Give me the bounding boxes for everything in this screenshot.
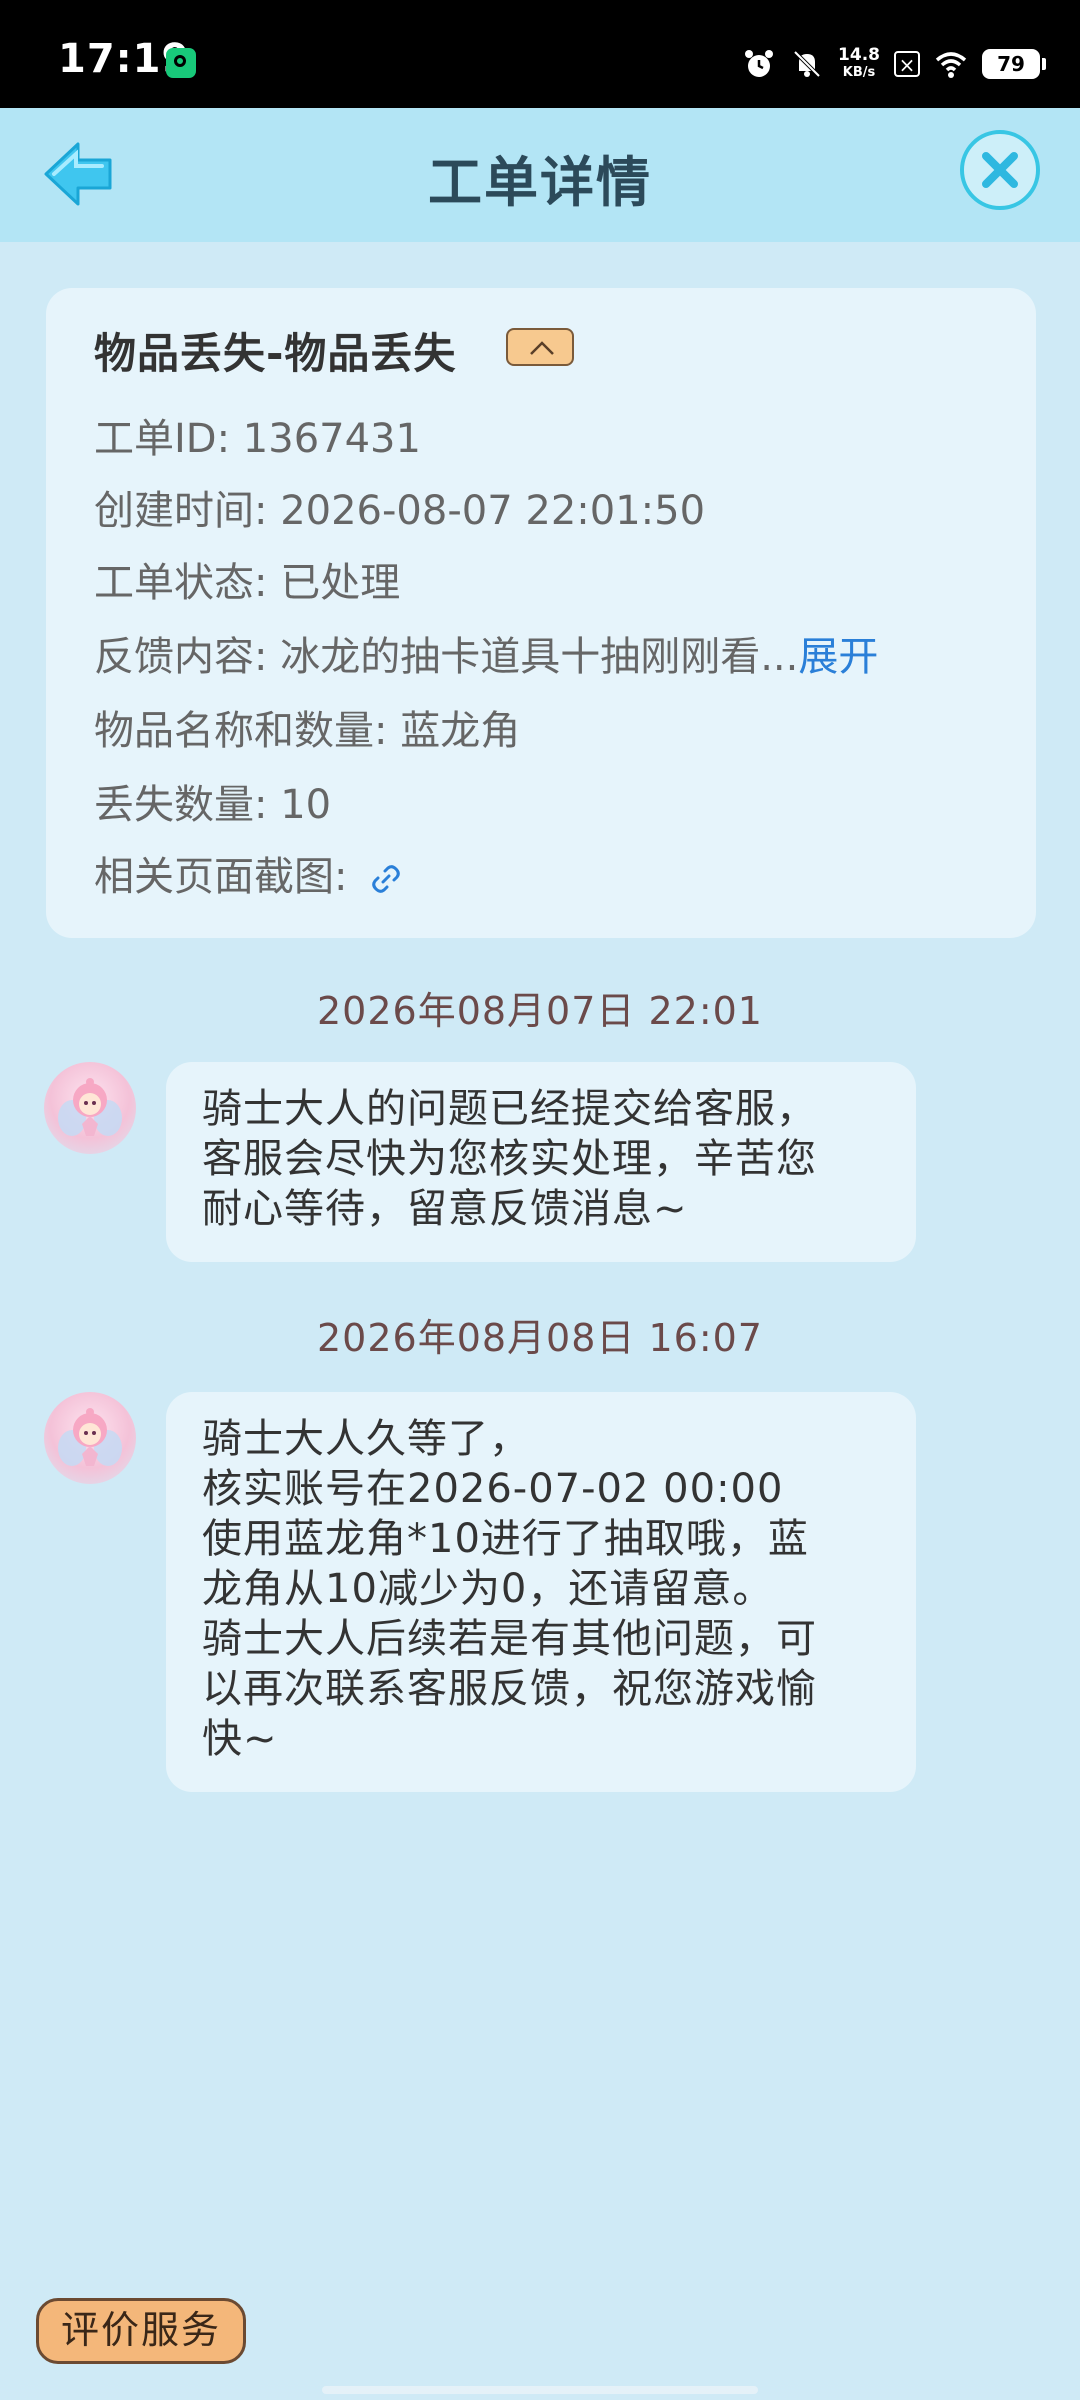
collapse-toggle-button[interactable]	[506, 328, 574, 366]
field-value: 已处理	[280, 560, 401, 606]
field-ticket-id: 工单ID: 1367431	[94, 406, 421, 464]
field-value: 2026-08-07 22:01:50	[280, 488, 706, 534]
message-bubble: 骑士大人的问题已经提交给客服， 客服会尽快为您核实处理，辛苦您 耐心等待，留意反…	[166, 1062, 916, 1262]
field-label: 物品名称和数量:	[94, 708, 401, 754]
field-screenshot: 相关页面截图:	[94, 844, 404, 902]
x-icon: ×	[894, 51, 920, 77]
field-value: 10	[280, 782, 332, 828]
ticket-title: 物品丢失-物品丢失	[94, 329, 457, 378]
field-label: 相关页面截图:	[94, 854, 361, 900]
field-value: 冰龙的抽卡道具十抽刚刚看...	[280, 634, 799, 680]
close-button[interactable]	[960, 130, 1040, 210]
status-bar: 17:19 14.8 KB/s × 79	[0, 0, 1080, 108]
page-title: 工单详情	[428, 151, 652, 214]
expand-link[interactable]: 展开	[798, 634, 878, 680]
message-bubble: 骑士大人久等了， 核实账号在2026-07-02 00:00 使用蓝龙角*10进…	[166, 1392, 916, 1792]
ticket-card: 物品丢失-物品丢失 工单ID: 1367431 创建时间: 2026-08-07…	[46, 288, 1036, 938]
rate-service-button[interactable]: 评价服务	[36, 2298, 246, 2364]
field-lost-quantity: 丢失数量: 10	[94, 772, 331, 830]
field-status: 工单状态: 已处理	[94, 550, 400, 608]
cs-avatar	[44, 1062, 136, 1154]
field-label: 反馈内容:	[94, 634, 281, 680]
net-speed-value: 14.8	[838, 45, 880, 65]
wifi-icon	[935, 52, 967, 78]
field-created-time: 创建时间: 2026-08-07 22:01:50	[94, 478, 705, 536]
field-value: 1367431	[242, 416, 421, 462]
field-item-name: 物品名称和数量: 蓝龙角	[94, 698, 520, 756]
field-label: 工单状态:	[94, 560, 281, 606]
net-speed-unit: KB/s	[842, 65, 876, 80]
message-timestamp: 2026年08月08日 16:07	[316, 1316, 763, 1360]
fairy-avatar-icon	[58, 1408, 122, 1466]
cs-avatar	[44, 1392, 136, 1484]
fairy-avatar-icon	[58, 1078, 122, 1136]
home-indicator[interactable]	[322, 2386, 758, 2394]
mute-icon	[793, 50, 821, 78]
field-label: 创建时间:	[94, 488, 281, 534]
field-value: 蓝龙角	[400, 708, 521, 754]
chevron-up-icon	[530, 341, 554, 355]
close-icon	[982, 152, 1018, 188]
status-icons: 14.8 KB/s × 79	[742, 42, 1046, 86]
message-timestamp: 2026年08月07日 22:01	[316, 989, 763, 1033]
field-label: 工单ID:	[94, 416, 243, 462]
battery-icon: 79	[982, 49, 1046, 79]
header-bar: 工单详情	[0, 108, 1080, 242]
app-icon	[166, 48, 196, 78]
alarm-icon	[745, 50, 774, 77]
link-icon[interactable]	[368, 861, 404, 897]
field-label: 丢失数量:	[94, 782, 281, 828]
field-feedback-content: 反馈内容: 冰龙的抽卡道具十抽刚刚看...展开	[94, 624, 878, 682]
net-speed: 14.8 KB/s	[838, 47, 880, 81]
